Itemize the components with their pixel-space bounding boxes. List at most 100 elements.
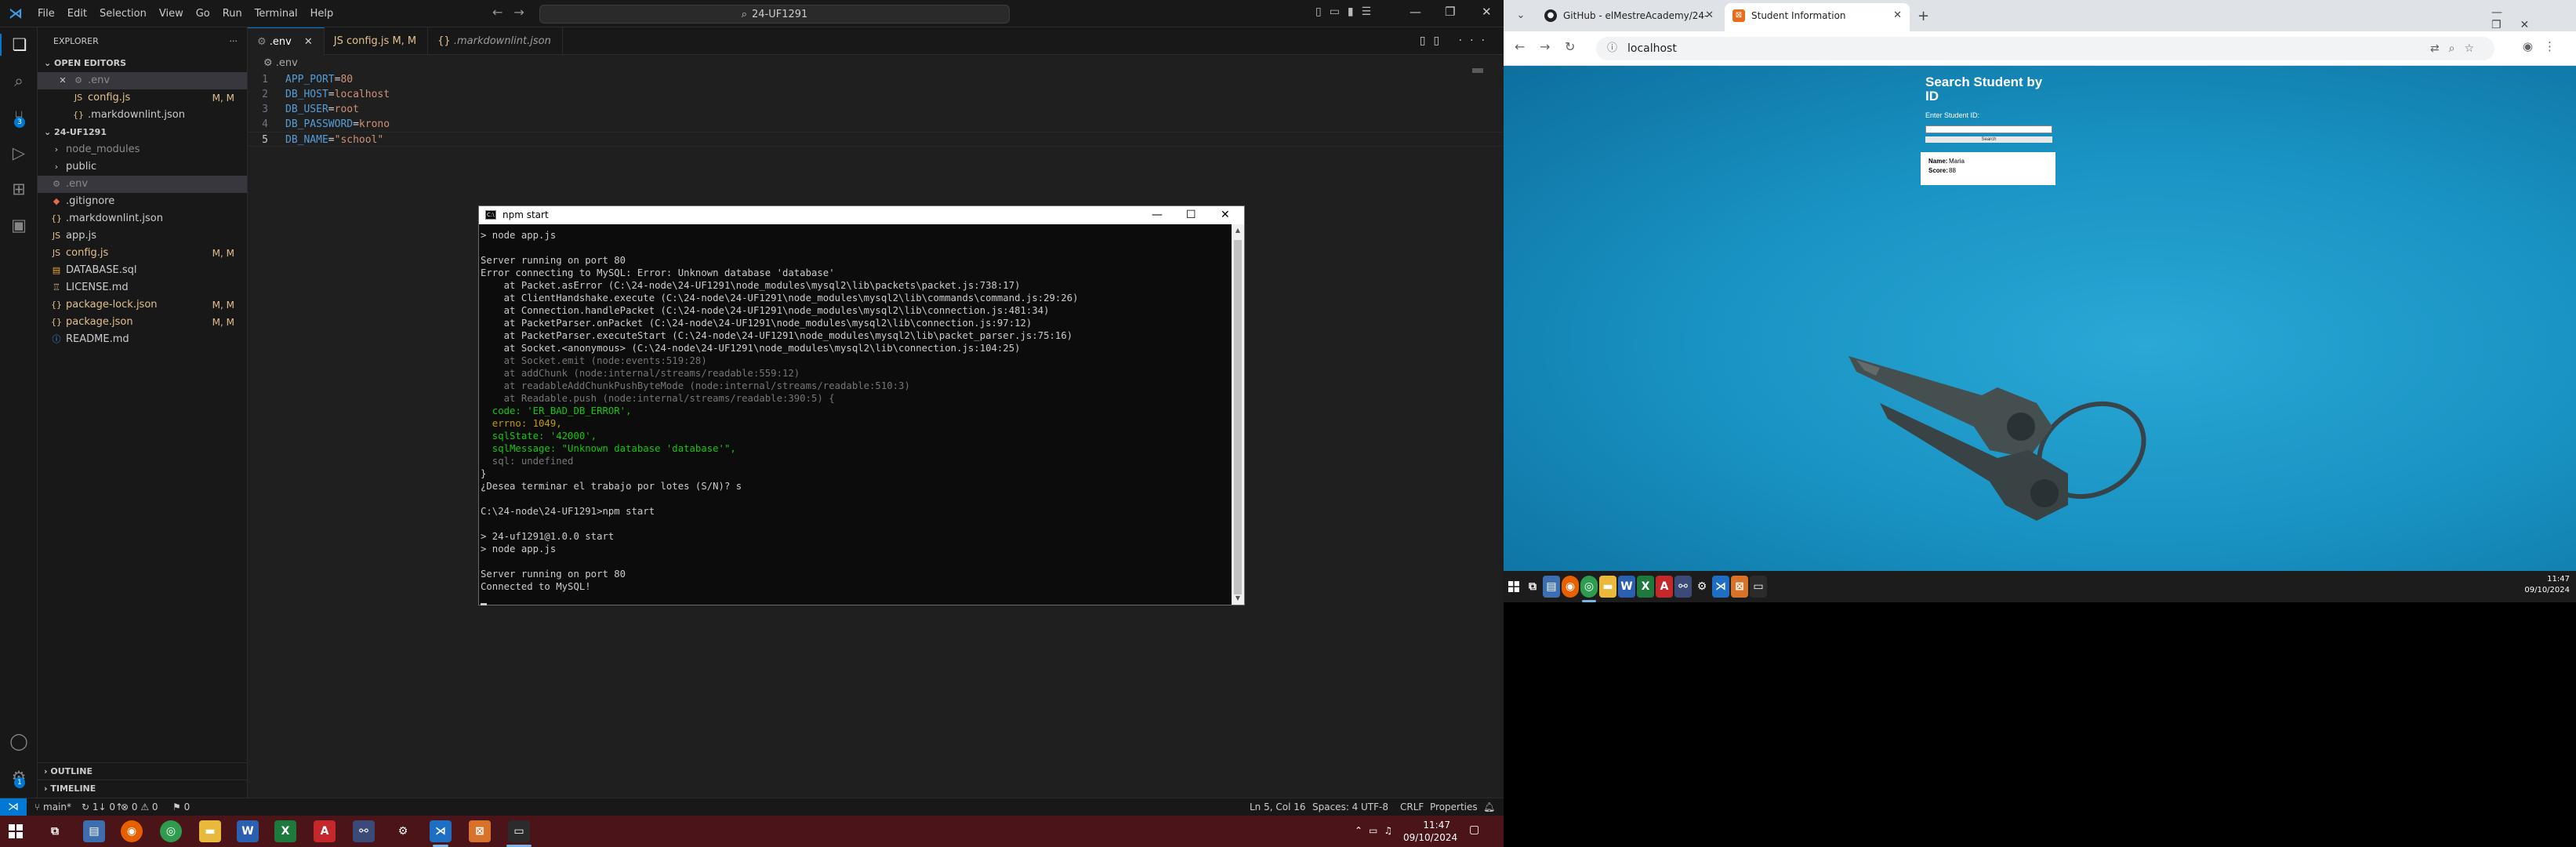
menu-terminal[interactable]: Terminal	[249, 8, 304, 20]
menu-help[interactable]: Help	[304, 8, 340, 20]
clock[interactable]: 11:47 09/10/2024	[2515, 574, 2570, 596]
open-editor-item-config[interactable]: JS config.js M, M	[38, 89, 247, 107]
excel-icon[interactable]: X	[274, 820, 296, 842]
tree-item-license[interactable]: ♖ LICENSE.md	[38, 279, 247, 296]
back-icon[interactable]: ←	[1515, 39, 1525, 54]
account-icon[interactable]: ◯	[8, 730, 30, 752]
word-icon[interactable]: W	[1618, 576, 1635, 598]
excel-icon[interactable]: X	[1637, 576, 1654, 598]
vscode-taskbar-icon[interactable]: ⋊	[430, 820, 452, 842]
remote-indicator-icon[interactable]: ⋊	[0, 798, 27, 816]
forward-icon[interactable]: →	[1540, 39, 1550, 54]
extensions-icon[interactable]: ⊞	[8, 178, 30, 200]
address-bar[interactable]: ⓘ localhost ⇄⌕☆	[1596, 37, 2494, 60]
menu-selection[interactable]: Selection	[93, 8, 153, 20]
open-editor-item-env[interactable]: ✕ ⚙ .env	[38, 72, 247, 89]
explorer-icon[interactable]: ❏	[0, 34, 38, 56]
indentation-status[interactable]: Spaces: 4	[1312, 798, 1358, 816]
start-button-icon[interactable]	[5, 820, 27, 842]
nav-back-forward[interactable]: ←→	[492, 5, 535, 20]
network-app-icon[interactable]: ⚯	[1674, 576, 1692, 598]
tab-config-js[interactable]: JS config.js M, M	[325, 27, 429, 55]
site-info-icon[interactable]: ⓘ	[1607, 37, 1617, 60]
timeline-section[interactable]: › TIMELINE	[38, 780, 248, 797]
student-id-input[interactable]	[1925, 125, 2052, 133]
tree-item-public[interactable]: › public	[38, 158, 247, 176]
translate-zoom-bookmark-icon[interactable]: ⇄⌕☆	[2430, 37, 2483, 60]
notifications-bell-icon[interactable]: 🔔︎	[1483, 798, 1495, 816]
xampp-icon[interactable]: ⊠	[469, 820, 491, 842]
maximize-icon[interactable]: ☐	[1186, 206, 1196, 224]
ports-status[interactable]: ⚑ 0	[172, 798, 190, 816]
tree-item-gitignore[interactable]: ◆ .gitignore	[38, 193, 247, 210]
profile-menu-icon[interactable]: ◉⋮	[2523, 39, 2567, 53]
menu-edit[interactable]: Edit	[61, 8, 93, 20]
close-icon[interactable]: ✕	[1482, 5, 1492, 19]
problems-status[interactable]: ⊗ 0 ⚠ 0	[121, 798, 158, 816]
clock[interactable]: 11:47 09/10/2024	[1403, 819, 1457, 844]
open-editor-item-markdownlint[interactable]: {} .markdownlint.json	[38, 107, 247, 124]
code-editor[interactable]: 1 APP_PORT=80 2 DB_HOST=localhost 3 DB_USER…	[248, 72, 1504, 147]
tree-item-package-lock[interactable]: {} package-lock.json M, M	[38, 296, 247, 314]
scroll-thumb[interactable]	[1234, 240, 1242, 594]
store-icon[interactable]: ▤	[1543, 576, 1560, 598]
network-app-icon[interactable]: ⚯	[353, 820, 375, 842]
new-tab-icon[interactable]: +	[1917, 8, 1929, 24]
minimize-icon[interactable]: —	[1152, 206, 1163, 224]
task-view-icon[interactable]: ⧉	[44, 820, 66, 842]
search-icon[interactable]: ⌕	[8, 70, 30, 92]
sync-status[interactable]: ↻ 1↓ 0↑	[82, 798, 123, 816]
task-view-icon[interactable]: ⧉	[1524, 576, 1541, 598]
encoding-status[interactable]: UTF-8	[1361, 798, 1388, 816]
minimap[interactable]	[1472, 68, 1483, 73]
store-icon[interactable]: ▤	[83, 820, 105, 842]
menu-go[interactable]: Go	[190, 8, 216, 20]
menu-file[interactable]: File	[31, 8, 61, 20]
git-branch[interactable]: ⑂ main*	[34, 798, 71, 816]
notifications-icon[interactable]: ▢	[1469, 823, 1479, 836]
access-icon[interactable]: A	[1656, 576, 1673, 598]
scroll-up-icon[interactable]: ▲	[1232, 224, 1244, 237]
restore-icon[interactable]: ❐	[1445, 5, 1455, 19]
window-controls-icon[interactable]: —❐✕	[2491, 6, 2576, 31]
system-tray-icon[interactable]: ⌃▭♫	[1355, 825, 1399, 836]
firefox-icon[interactable]: ◉	[1562, 576, 1579, 598]
tab-env[interactable]: ⚙ .env ✕	[248, 27, 325, 55]
tree-item-env[interactable]: ⚙ .env	[38, 176, 247, 193]
tab-github[interactable]: ● GitHub - elMestreAcademy/24- ✕	[1537, 3, 1722, 31]
tree-item-app-js[interactable]: JS app.js	[38, 227, 247, 245]
menu-run[interactable]: Run	[216, 8, 249, 20]
open-editors-header[interactable]: ⌄ OPEN EDITORS	[38, 55, 247, 72]
tab-markdownlint[interactable]: {} .markdownlint.json	[428, 27, 563, 55]
run-debug-icon[interactable]: ▷	[8, 142, 30, 164]
cursor-position[interactable]: Ln 5, Col 16	[1250, 798, 1306, 816]
firefox-icon[interactable]: ◉	[121, 820, 143, 842]
cmd-taskbar-icon[interactable]: ▭	[1750, 576, 1767, 598]
cmd-taskbar-icon[interactable]: ▭	[508, 820, 530, 842]
cmd-scrollbar[interactable]: ▲ ▼	[1232, 224, 1244, 605]
split-editor-icon[interactable]: ▯▯ ···	[1420, 35, 1493, 47]
close-icon[interactable]: ✕	[1893, 3, 1902, 28]
menu-view[interactable]: View	[153, 8, 190, 20]
terminal-output[interactable]: > node app.js Server running on port 80 …	[479, 224, 1232, 605]
outline-section[interactable]: › OUTLINE	[38, 762, 248, 780]
tree-item-database-sql[interactable]: ▤ DATABASE.sql	[38, 262, 247, 279]
chrome-icon[interactable]: ◎	[1580, 576, 1598, 598]
xampp-icon[interactable]: ⊠	[1731, 576, 1748, 598]
workspace-header[interactable]: ⌄ 24-UF1291	[38, 124, 247, 141]
minimize-icon[interactable]: —	[1410, 5, 1421, 19]
scroll-down-icon[interactable]: ▼	[1232, 592, 1244, 605]
remote-explorer-icon[interactable]: ▣	[8, 214, 30, 236]
vscode-taskbar-icon[interactable]: ⋊	[1712, 576, 1729, 598]
tree-item-config-js[interactable]: JS config.js M, M	[38, 245, 247, 262]
chrome-icon[interactable]: ◎	[160, 820, 182, 842]
settings-app-icon[interactable]: ⚙	[392, 820, 414, 842]
command-center[interactable]: ⌕ 24-UF1291	[539, 5, 1010, 24]
tree-item-markdownlint[interactable]: {} .markdownlint.json	[38, 210, 247, 227]
file-explorer-icon[interactable]: ▬	[199, 820, 221, 842]
tab-student-information[interactable]: ⊠ Student Information ✕	[1725, 3, 1910, 31]
file-explorer-icon[interactable]: ▬	[1599, 576, 1616, 598]
layout-controls-icon[interactable]: ▯▭▮☰	[1315, 5, 1379, 18]
close-icon[interactable]: ✕	[56, 72, 69, 89]
word-icon[interactable]: W	[237, 820, 259, 842]
